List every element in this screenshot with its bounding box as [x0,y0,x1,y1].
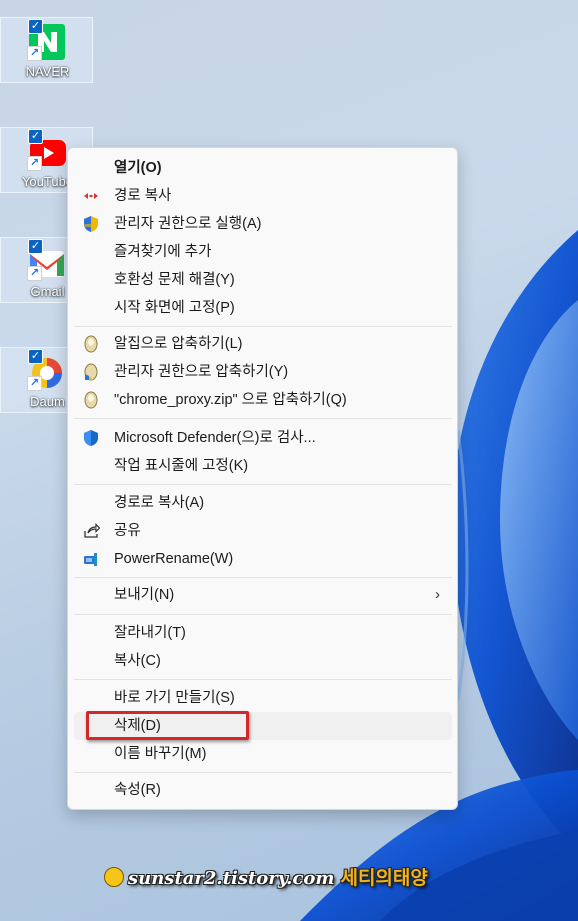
menu-item-copy[interactable]: 복사(C) [74,647,452,675]
menu-separator [74,577,452,578]
copy-path-icon [82,187,100,205]
menu-item-label: 관리자 권한으로 실행(A) [114,216,262,232]
shortcut-arrow-icon: ↗ [27,376,42,391]
menu-item-label: Microsoft Defender(으)로 검사... [114,430,316,446]
menu-item-alzip-compress[interactable]: 알집으로 압축하기(L) [74,330,452,358]
menu-item-label: 호환성 문제 해결(Y) [114,272,235,288]
menu-item-label: 작업 표시줄에 고정(K) [114,458,249,474]
desktop-icon-label: NAVER [25,64,70,79]
menu-separator [74,326,452,327]
watermark-name: 세티의태양 [340,867,428,889]
watermark: sunstar2.tistory.com 세티의태양 [104,863,428,893]
menu-item-label: 시작 화면에 고정(P) [114,300,235,316]
delete-highlight-box [86,711,249,740]
desktop-icon-naver[interactable]: ✓ ↗ NAVER [0,17,93,83]
menu-item-label: "chrome_proxy.zip" 으로 압축하기(Q) [114,392,347,408]
menu-separator [74,418,452,419]
menu-separator [74,679,452,680]
menu-item-alzip-admin-compress[interactable]: 관리자 권한으로 압축하기(Y) [74,358,452,386]
checkbox-icon[interactable]: ✓ [28,19,43,34]
share-icon [82,522,101,540]
menu-item-label: PowerRename(W) [114,551,234,567]
alzip-icon [82,335,100,353]
menu-item-compress-to-zip[interactable]: "chrome_proxy.zip" 으로 압축하기(Q) [74,386,452,414]
menu-item-label: 공유 [114,523,141,539]
menu-item-create-shortcut[interactable]: 바로 가기 만들기(S) [74,684,452,712]
menu-separator [74,614,452,615]
menu-item-label: 열기(O) [114,160,162,176]
menu-item-run-as-admin[interactable]: 관리자 권한으로 실행(A) [74,210,452,238]
menu-separator [74,772,452,773]
checkbox-icon[interactable]: ✓ [28,239,43,254]
menu-item-label: 바로 가기 만들기(S) [114,690,235,706]
menu-item-label: 속성(R) [114,782,161,798]
menu-item-label: 경로 복사 [114,188,172,204]
menu-item-send-to[interactable]: 보내기(N) › [74,581,452,609]
menu-item-label: 이름 바꾸기(M) [114,746,207,762]
menu-item-copy-as-path[interactable]: 경로로 복사(A) [74,489,452,517]
menu-item-share[interactable]: 공유 [74,517,452,545]
menu-item-open[interactable]: 열기(O) [74,154,452,182]
chevron-right-icon: › [435,586,440,603]
powerrename-icon [82,550,100,568]
checkbox-icon[interactable]: ✓ [28,129,43,144]
shortcut-arrow-icon: ↗ [27,156,42,171]
menu-item-rename[interactable]: 이름 바꾸기(M) [74,740,452,768]
checkbox-icon[interactable]: ✓ [28,349,43,364]
menu-item-defender-scan[interactable]: Microsoft Defender(으)로 검사... [74,424,452,452]
menu-item-label: 경로로 복사(A) [114,495,205,511]
alzip-admin-icon [82,363,100,381]
menu-separator [74,484,452,485]
menu-item-pin-to-taskbar[interactable]: 작업 표시줄에 고정(K) [74,452,452,480]
alzip-icon [82,391,100,409]
menu-item-label: 보내기(N) [114,587,175,603]
menu-item-cut[interactable]: 잘라내기(T) [74,619,452,647]
uac-shield-icon [82,215,100,233]
menu-item-copy-path[interactable]: 경로 복사 [74,182,452,210]
menu-item-label: 알집으로 압축하기(L) [114,336,243,352]
menu-item-troubleshoot-compatibility[interactable]: 호환성 문제 해결(Y) [74,266,452,294]
menu-item-pin-to-start[interactable]: 시작 화면에 고정(P) [74,294,452,322]
watermark-site: sunstar2.tistory.com [128,868,335,889]
smiley-icon [104,867,124,887]
menu-item-label: 잘라내기(T) [114,625,186,641]
defender-icon [82,429,100,447]
menu-item-properties[interactable]: 속성(R) [74,776,452,804]
menu-item-label: 복사(C) [114,653,161,669]
menu-item-label: 관리자 권한으로 압축하기(Y) [114,364,289,380]
menu-item-powerrename[interactable]: PowerRename(W) [74,545,452,573]
shortcut-arrow-icon: ↗ [27,266,42,281]
menu-item-add-favorites[interactable]: 즐겨찾기에 추가 [74,238,452,266]
shortcut-arrow-icon: ↗ [27,46,42,61]
menu-item-label: 즐겨찾기에 추가 [114,244,212,260]
